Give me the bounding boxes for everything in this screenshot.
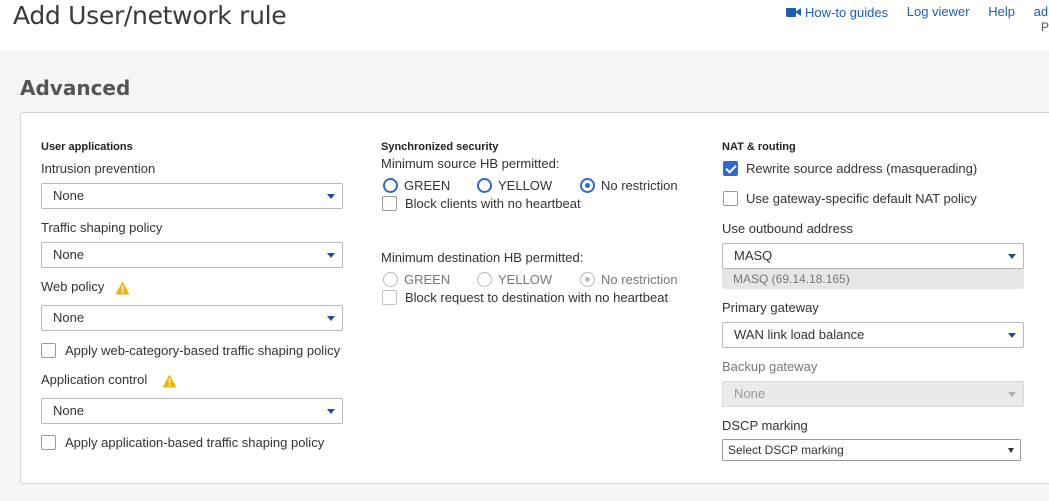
chevron-down-icon (1008, 254, 1016, 259)
primary-gateway-select[interactable]: WAN link load balance (722, 322, 1024, 348)
dst-hb-green-radio[interactable] (383, 272, 398, 287)
application-control-label: Application control (41, 372, 148, 387)
backup-gateway-select: None (722, 381, 1024, 407)
block-clients-no-hb-checkbox[interactable] (382, 196, 397, 211)
header-sub-text: P (1041, 20, 1049, 34)
dst-hb-no-restriction-label: No restriction (601, 272, 678, 287)
chevron-down-icon (327, 409, 335, 414)
dst-hb-no-restriction-radio[interactable] (580, 272, 595, 287)
outbound-address-select[interactable]: MASQ (722, 243, 1024, 269)
src-hb-no-restriction-radio[interactable] (580, 178, 595, 193)
src-hb-no-restriction-label: No restriction (601, 178, 678, 193)
app-based-shaping-checkbox[interactable] (41, 435, 56, 450)
src-hb-green-radio[interactable] (383, 178, 398, 193)
chevron-down-icon (1008, 392, 1016, 397)
min-destination-hb-label: Minimum destination HB permitted: (381, 250, 584, 265)
primary-gateway-label: Primary gateway (722, 300, 819, 315)
user-apps-heading: User applications (41, 141, 133, 153)
app-based-shaping-label: Apply application-based traffic shaping … (65, 435, 325, 450)
chevron-down-icon (1008, 448, 1014, 453)
src-hb-green-label: GREEN (404, 178, 451, 193)
backup-gateway-select-value: None (734, 386, 766, 401)
primary-gateway-select-value: WAN link load balance (734, 327, 865, 342)
chevron-down-icon (327, 253, 335, 258)
ips-label: Intrusion prevention (41, 161, 156, 176)
dst-hb-green-label: GREEN (404, 272, 451, 287)
dst-hb-yellow-radio[interactable] (477, 272, 492, 287)
header-links: How-to guides Log viewer Help adi (786, 3, 1049, 20)
min-source-hb-label: Minimum source HB permitted: (381, 156, 560, 171)
advanced-panel: User applications Intrusion prevention N… (20, 112, 1049, 484)
backup-gateway-label: Backup gateway (722, 359, 818, 374)
application-control-select-value: None (53, 403, 85, 418)
ips-select-value: None (53, 188, 85, 203)
web-policy-select-value: None (53, 310, 85, 325)
chevron-down-icon (327, 316, 335, 321)
video-camera-icon (786, 7, 801, 18)
web-category-shaping-checkbox[interactable] (41, 343, 56, 358)
web-policy-label: Web policy (41, 279, 105, 294)
web-category-shaping-label: Apply web-category-based traffic shaping… (65, 343, 341, 358)
src-hb-yellow-radio[interactable] (477, 178, 492, 193)
dscp-marking-label: DSCP marking (722, 418, 808, 433)
traffic-shaping-select-value: None (53, 247, 85, 262)
section-title: Advanced (20, 76, 131, 100)
src-hb-yellow-label: YELLOW (498, 178, 553, 193)
nat-routing-heading: NAT & routing (722, 141, 796, 153)
dscp-marking-select-value: Select DSCP marking (728, 443, 844, 457)
log-viewer-link[interactable]: Log viewer (907, 4, 970, 19)
outbound-address-label: Use outbound address (722, 221, 853, 236)
web-policy-select[interactable]: None (41, 305, 343, 331)
block-dest-no-hb-label: Block request to destination with no hea… (405, 290, 669, 305)
dst-hb-yellow-label: YELLOW (498, 272, 553, 287)
howto-guides-label: How-to guides (805, 4, 889, 20)
rewrite-source-checkbox[interactable] (723, 161, 738, 176)
outbound-address-select-value: MASQ (734, 248, 773, 263)
outbound-address-detail: MASQ (69.14.18.165) (722, 269, 1024, 289)
howto-guides-link[interactable]: How-to guides (786, 4, 888, 20)
block-clients-no-hb-label: Block clients with no heartbeat (405, 196, 581, 211)
sync-security-heading: Synchronized security (381, 141, 499, 153)
application-control-select[interactable]: None (41, 398, 343, 424)
chevron-down-icon (1008, 333, 1016, 338)
chevron-down-icon (327, 194, 335, 199)
dscp-marking-select[interactable]: Select DSCP marking (722, 439, 1021, 461)
warning-triangle-icon (115, 281, 130, 295)
rewrite-source-label: Rewrite source address (masquerading) (746, 161, 978, 176)
block-dest-no-hb-checkbox[interactable] (382, 290, 397, 305)
help-link[interactable]: Help (988, 4, 1015, 19)
page-title: Add User/network rule (13, 1, 287, 30)
gateway-nat-policy-label: Use gateway-specific default NAT policy (746, 191, 977, 206)
traffic-shaping-label: Traffic shaping policy (41, 220, 163, 235)
gateway-nat-policy-checkbox[interactable] (723, 191, 738, 206)
warning-triangle-icon (162, 374, 177, 388)
ips-select[interactable]: None (41, 183, 343, 209)
traffic-shaping-select[interactable]: None (41, 242, 343, 268)
admin-menu-link[interactable]: adi (1034, 4, 1049, 19)
